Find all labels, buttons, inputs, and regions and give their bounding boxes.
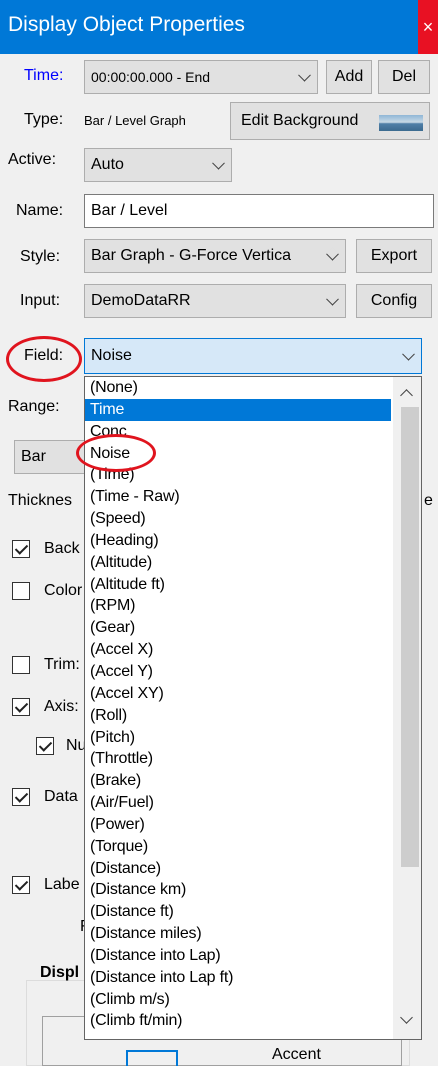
input-select[interactable]: DemoDataRR <box>84 284 346 318</box>
field-option[interactable]: (Speed) <box>85 508 391 530</box>
time-label: Time: <box>24 67 64 84</box>
field-option[interactable]: (None) <box>85 377 391 399</box>
chevron-down-icon <box>326 247 339 261</box>
del-button[interactable]: Del <box>378 60 430 94</box>
style-label: Style: <box>20 248 61 265</box>
field-option[interactable]: (Distance into Lap) <box>85 945 391 967</box>
field-option[interactable]: (Distance km) <box>85 879 391 901</box>
back-label: Back <box>44 540 80 557</box>
type-value: Bar / Level Graph <box>84 113 186 128</box>
title-bar: Display Object Properties × <box>0 0 438 54</box>
field-dropdown-list[interactable]: (None) Time Conc Noise (Time) (Time - Raw) (Sp… <box>84 376 422 1040</box>
chevron-down-icon <box>212 156 225 170</box>
field-option[interactable]: (Climb m/s) <box>85 989 391 1011</box>
style-value: Bar Graph - G-Force Vertica <box>91 247 292 264</box>
labe-label: Labe <box>44 876 80 893</box>
data-checkbox[interactable] <box>12 788 30 806</box>
accent-label: Accent <box>272 1046 321 1063</box>
color-checkbox[interactable] <box>12 582 30 600</box>
field-option[interactable]: (Time - Raw) <box>85 486 391 508</box>
data-label: Data <box>44 788 78 805</box>
field-option[interactable]: (Accel Y) <box>85 661 391 683</box>
labe-checkbox[interactable] <box>12 876 30 894</box>
config-button[interactable]: Config <box>356 284 432 318</box>
field-option[interactable]: (Air/Fuel) <box>85 792 391 814</box>
field-option[interactable]: (Distance) <box>85 858 391 880</box>
active-select[interactable]: Auto <box>84 148 232 182</box>
scroll-up-icon[interactable] <box>400 389 413 402</box>
field-option[interactable]: (Altitude) <box>85 552 391 574</box>
edit-background-label: Edit Background <box>241 112 359 129</box>
active-label: Active: <box>8 151 57 168</box>
active-value: Auto <box>91 156 124 173</box>
name-value: Bar / Level <box>91 202 168 219</box>
thickness-tail-label: e <box>424 492 433 509</box>
field-option[interactable]: (Heading) <box>85 530 391 552</box>
field-option[interactable]: (Accel XY) <box>85 683 391 705</box>
back-checkbox[interactable] <box>12 540 30 558</box>
axis-label: Axis: <box>44 698 79 715</box>
field-option[interactable]: (Torque) <box>85 836 391 858</box>
field-options: (None) Time Conc Noise (Time) (Time - Raw) (Sp… <box>85 377 391 1032</box>
chevron-down-icon <box>298 68 311 82</box>
style-select[interactable]: Bar Graph - G-Force Vertica <box>84 239 346 273</box>
landscape-thumbnail-icon <box>379 115 423 131</box>
axis-checkbox[interactable] <box>12 698 30 716</box>
input-value: DemoDataRR <box>91 292 191 309</box>
scrollbar-thumb[interactable] <box>401 407 419 867</box>
field-option[interactable]: (Distance into Lap ft) <box>85 967 391 989</box>
export-button[interactable]: Export <box>356 239 432 273</box>
field-option[interactable]: Time <box>85 398 391 421</box>
edit-background-button[interactable]: Edit Background <box>230 102 430 140</box>
trim-label: Trim: <box>44 656 80 673</box>
name-input[interactable]: Bar / Level <box>84 194 434 228</box>
field-label: Field: <box>24 347 64 364</box>
preview-square <box>126 1050 178 1066</box>
close-icon[interactable]: × <box>418 0 438 54</box>
field-option[interactable]: (Gear) <box>85 617 391 639</box>
field-option[interactable]: Noise <box>85 443 391 465</box>
chevron-down-icon <box>326 292 339 306</box>
name-label: Name: <box>16 202 64 219</box>
chevron-down-icon <box>402 347 415 361</box>
field-option[interactable]: (Throttle) <box>85 748 391 770</box>
trim-checkbox[interactable] <box>12 656 30 674</box>
field-option[interactable]: (RPM) <box>85 595 391 617</box>
type-label: Type: <box>24 111 64 128</box>
field-option[interactable]: (Brake) <box>85 770 391 792</box>
field-option[interactable]: (Roll) <box>85 705 391 727</box>
field-option[interactable]: (Distance miles) <box>85 923 391 945</box>
field-select[interactable]: Noise <box>84 338 422 374</box>
input-label: Input: <box>20 292 61 309</box>
time-select[interactable]: 00:00:00.000 - End <box>84 60 318 94</box>
field-value: Noise <box>91 347 132 364</box>
field-option[interactable]: Conc <box>85 421 391 443</box>
field-option[interactable]: (Climb ft/min) <box>85 1010 391 1032</box>
scrollbar[interactable] <box>393 377 421 1039</box>
field-option[interactable]: (Distance ft) <box>85 901 391 923</box>
color-label: Color <box>44 582 83 599</box>
nu-checkbox[interactable] <box>36 737 54 755</box>
field-option[interactable]: (Accel X) <box>85 639 391 661</box>
bar-select[interactable]: Bar <box>14 440 86 474</box>
time-value: 00:00:00.000 - End <box>91 69 211 85</box>
field-option[interactable]: (Altitude ft) <box>85 574 391 596</box>
add-button[interactable]: Add <box>326 60 372 94</box>
field-option[interactable]: (Power) <box>85 814 391 836</box>
scroll-down-icon[interactable] <box>400 1011 413 1024</box>
range-label: Range: <box>8 398 60 415</box>
window-title: Display Object Properties <box>8 13 245 36</box>
bar-value: Bar <box>21 448 46 465</box>
field-option[interactable]: (Time) <box>85 464 391 486</box>
display-group-title: Displ <box>40 964 80 981</box>
thickness-label: Thicknes <box>8 492 73 509</box>
field-option[interactable]: (Pitch) <box>85 727 391 749</box>
